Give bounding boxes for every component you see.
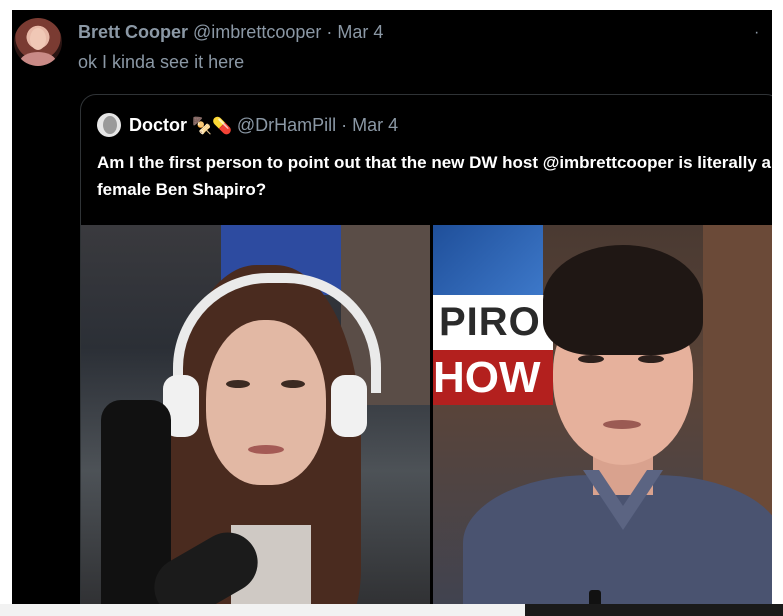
person-mouth — [603, 420, 641, 429]
author-handle[interactable]: @imbrettcooper — [193, 22, 321, 42]
quoted-media-grid[interactable]: PIRO HOW — [81, 225, 772, 616]
screenshot-bottom-notch — [525, 604, 783, 616]
tweet-date[interactable]: Mar 4 — [337, 22, 383, 42]
person-eye-right — [638, 355, 664, 363]
quoted-tweet-date[interactable]: Mar 4 — [352, 115, 398, 135]
media-photo-left[interactable] — [81, 225, 430, 616]
quoted-author-name[interactable]: Doctor — [129, 115, 187, 135]
show-sign-text-bottom: HOW — [433, 353, 541, 402]
tweet-text: ok I kinda see it here — [78, 52, 245, 72]
screenshot-bottom-edge — [0, 604, 783, 616]
quoted-author-emojis: 🍢💊 — [192, 118, 232, 135]
more-horizontal-icon[interactable]: · — [754, 24, 759, 42]
avatar[interactable] — [14, 18, 62, 66]
quoted-tweet-text: Am I the first person to point out that … — [97, 153, 771, 199]
quoted-avatar-figure — [103, 116, 117, 134]
person-shirt — [463, 475, 772, 616]
media-photo-right[interactable]: PIRO HOW — [433, 225, 772, 616]
quoted-tweet-header: Doctor 🍢💊 @DrHamPill · Mar 4 — [129, 115, 398, 136]
author-name[interactable]: Brett Cooper — [78, 22, 188, 42]
background-screen-blue — [433, 225, 543, 295]
tweet-screen: Brett Cooper @imbrettcooper · Mar 4 · ok… — [12, 10, 772, 616]
person-mouth — [248, 445, 284, 454]
person-hair — [543, 245, 703, 355]
quoted-avatar[interactable] — [97, 113, 121, 137]
quoted-author-handle[interactable]: @DrHamPill — [237, 115, 336, 135]
avatar-face — [30, 28, 46, 50]
quoted-tweet-card[interactable]: Doctor 🍢💊 @DrHamPill · Mar 4 Am I the fi… — [80, 94, 772, 616]
avatar-shoulders — [20, 52, 56, 66]
tweet-header: Brett Cooper @imbrettcooper · Mar 4 — [78, 22, 383, 43]
quoted-separator-dot: · — [336, 115, 353, 135]
person-eye-left — [578, 355, 604, 363]
show-sign-text-top: PIRO — [439, 300, 541, 344]
headphones-cup-right — [331, 375, 367, 437]
separator-dot: · — [321, 22, 338, 42]
